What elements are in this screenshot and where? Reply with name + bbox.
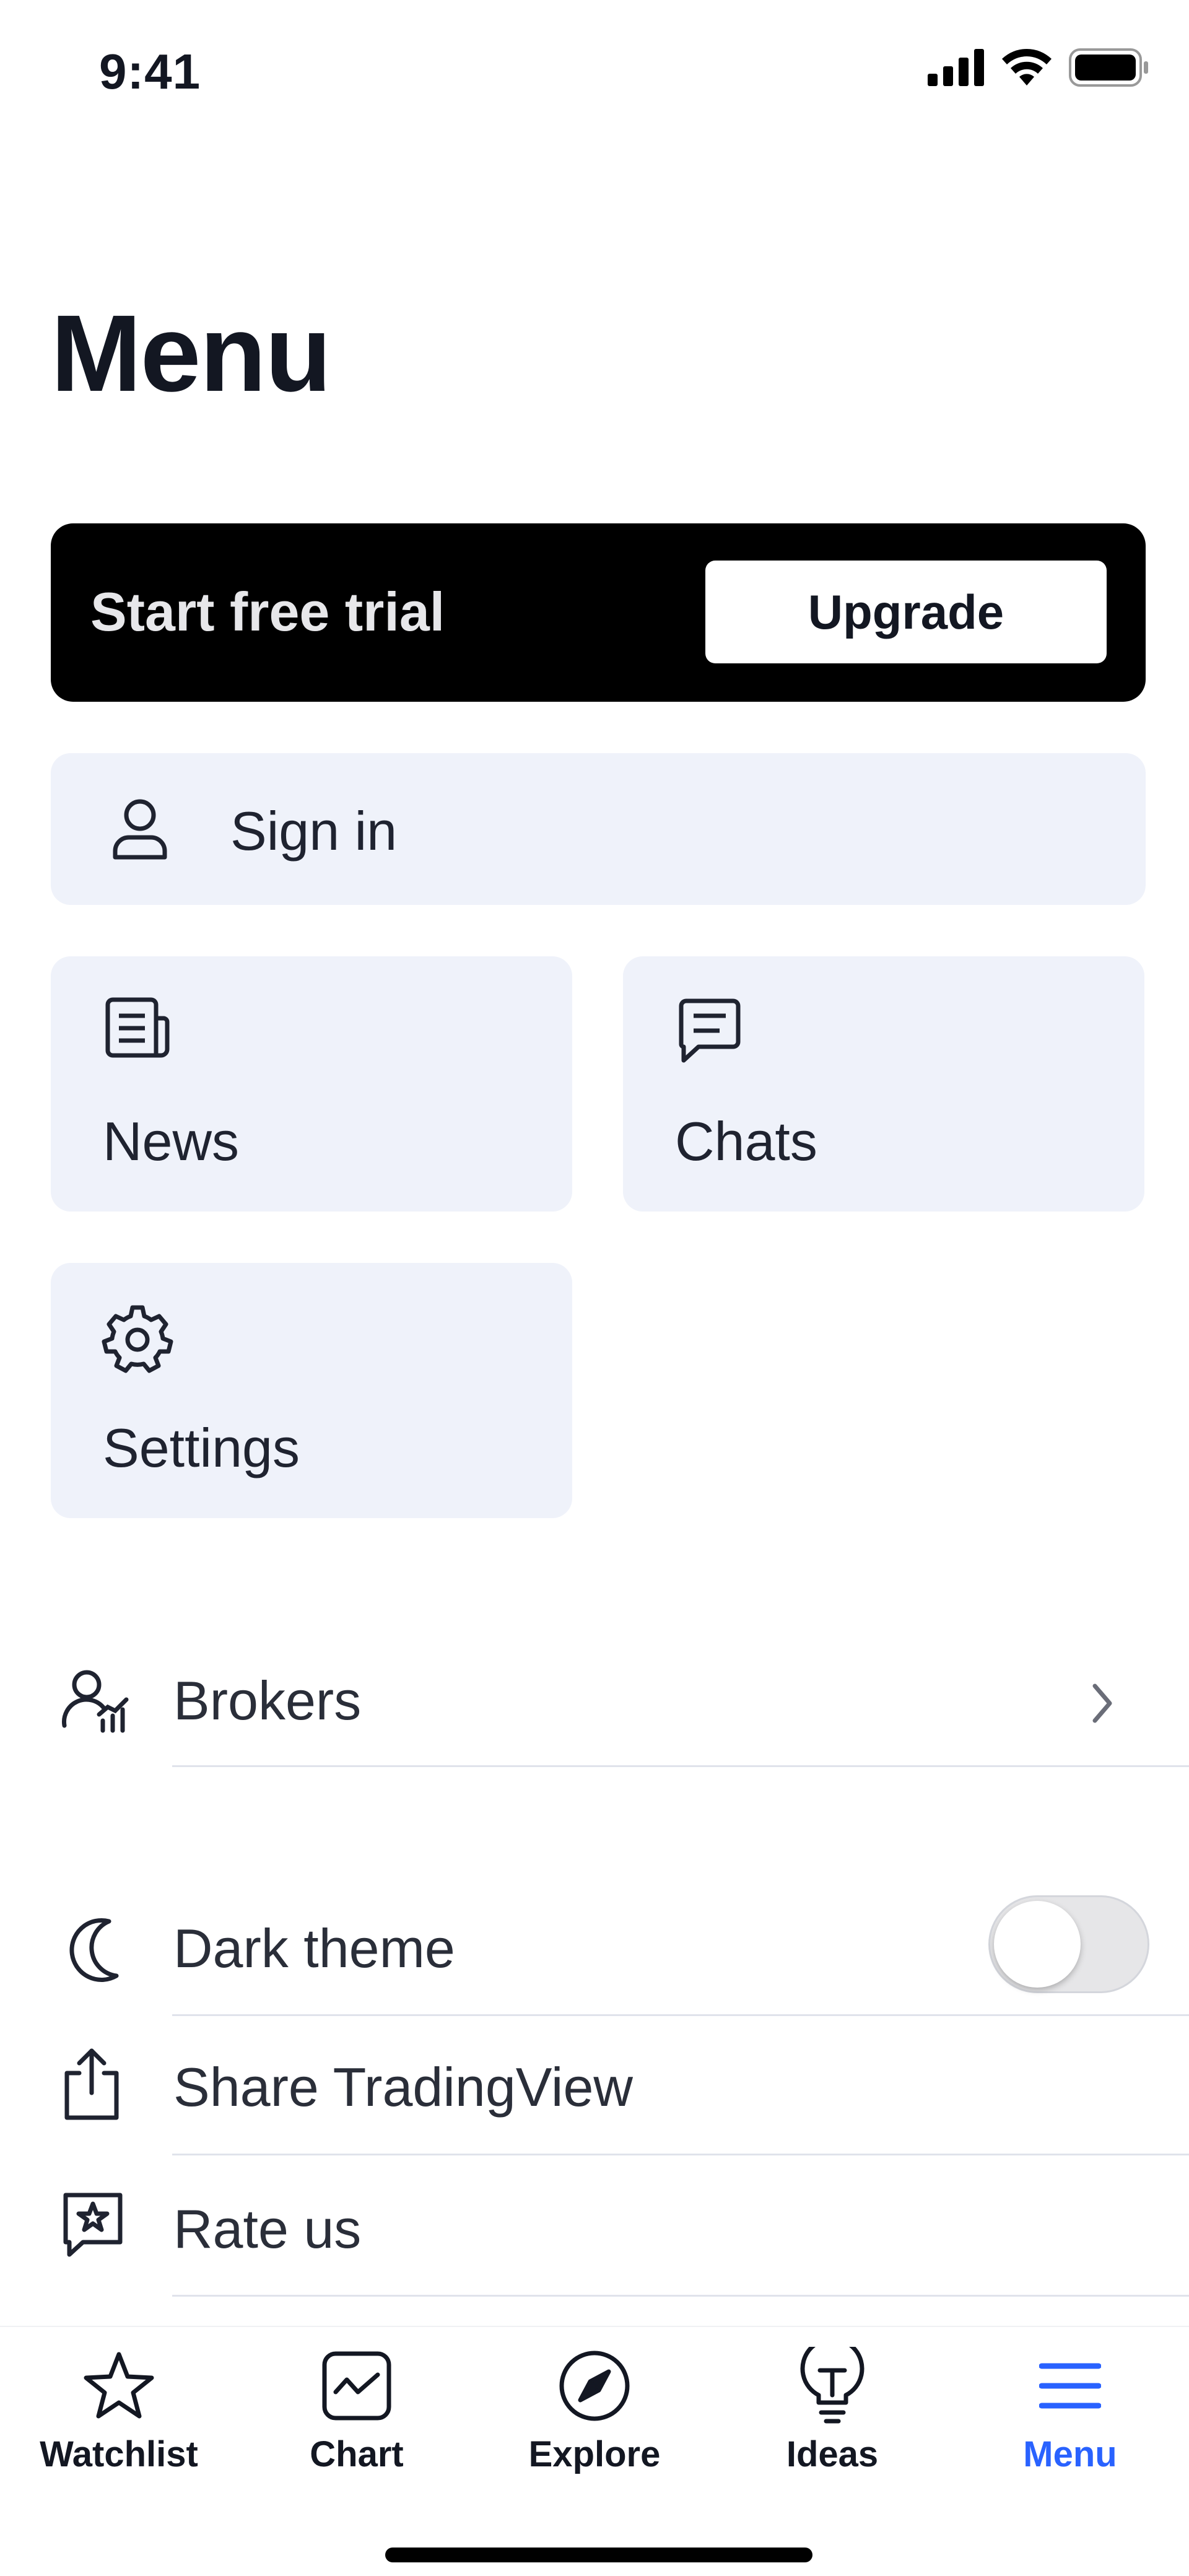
- compass-icon: [559, 2351, 630, 2421]
- tab-chart-label: Chart: [310, 2434, 404, 2474]
- tile-chats-label: Chats: [675, 1111, 817, 1172]
- tab-menu[interactable]: Menu: [951, 2346, 1189, 2475]
- page-title: Menu: [51, 293, 332, 414]
- chevron-right-icon: [1092, 1683, 1112, 1723]
- status-time: 9:41: [99, 44, 201, 99]
- chat-icon: [679, 998, 741, 1063]
- rate-row[interactable]: Rate us: [0, 2155, 1189, 2297]
- sign-in-label: Sign in: [230, 800, 398, 862]
- moon-icon: [69, 1918, 119, 1982]
- brokers-label: Brokers: [173, 1670, 362, 1731]
- status-icons: [928, 48, 1149, 87]
- tab-menu-label: Menu: [1023, 2434, 1117, 2474]
- brokers-icon: [62, 1670, 129, 1733]
- tile-settings-label: Settings: [103, 1417, 300, 1478]
- chart-icon: [322, 2351, 391, 2421]
- gear-icon: [102, 1305, 173, 1373]
- home-indicator: [385, 2548, 812, 2562]
- tab-watchlist-label: Watchlist: [40, 2434, 198, 2474]
- star-icon: [84, 2352, 154, 2419]
- promo-banner[interactable]: Start free trial Upgrade: [51, 523, 1146, 702]
- wifi-icon: [1002, 49, 1052, 85]
- news-icon: [105, 997, 170, 1058]
- upgrade-button[interactable]: Upgrade: [705, 561, 1107, 663]
- tab-explore[interactable]: Explore: [476, 2346, 713, 2475]
- share-row[interactable]: Share TradingView: [0, 2016, 1189, 2155]
- lightbulb-icon: [800, 2347, 865, 2424]
- divider: [172, 1765, 1189, 1767]
- toggle-knob: [994, 1901, 1081, 1988]
- brokers-row[interactable]: Brokers: [0, 1635, 1189, 1768]
- dark-theme-label: Dark theme: [173, 1918, 455, 1979]
- dark-theme-row: Dark theme: [0, 1889, 1189, 2016]
- tile-settings[interactable]: Settings: [51, 1263, 572, 1518]
- tile-chats[interactable]: Chats: [623, 956, 1144, 1212]
- battery-icon: [1069, 48, 1148, 87]
- divider: [172, 2295, 1189, 2297]
- tab-watchlist[interactable]: Watchlist: [0, 2346, 238, 2475]
- user-icon: [113, 799, 167, 860]
- signal-icon: [928, 49, 984, 86]
- tab-ideas-label: Ideas: [786, 2434, 879, 2474]
- tab-chart[interactable]: Chart: [238, 2346, 476, 2475]
- tab-bar: Watchlist Chart Explore Ideas Menu: [0, 2326, 1189, 2576]
- tile-news-label: News: [103, 1111, 240, 1172]
- rate-label: Rate us: [173, 2198, 362, 2259]
- share-label: Share TradingView: [173, 2056, 633, 2118]
- tab-ideas[interactable]: Ideas: [713, 2346, 951, 2475]
- tab-explore-label: Explore: [528, 2434, 661, 2474]
- sign-in-button[interactable]: Sign in: [51, 753, 1146, 905]
- share-icon: [64, 2048, 119, 2120]
- rate-icon: [63, 2193, 123, 2257]
- promo-text: Start free trial: [90, 581, 445, 642]
- hamburger-icon: [1039, 2363, 1101, 2409]
- dark-theme-toggle[interactable]: [988, 1895, 1149, 1993]
- tile-news[interactable]: News: [51, 956, 572, 1212]
